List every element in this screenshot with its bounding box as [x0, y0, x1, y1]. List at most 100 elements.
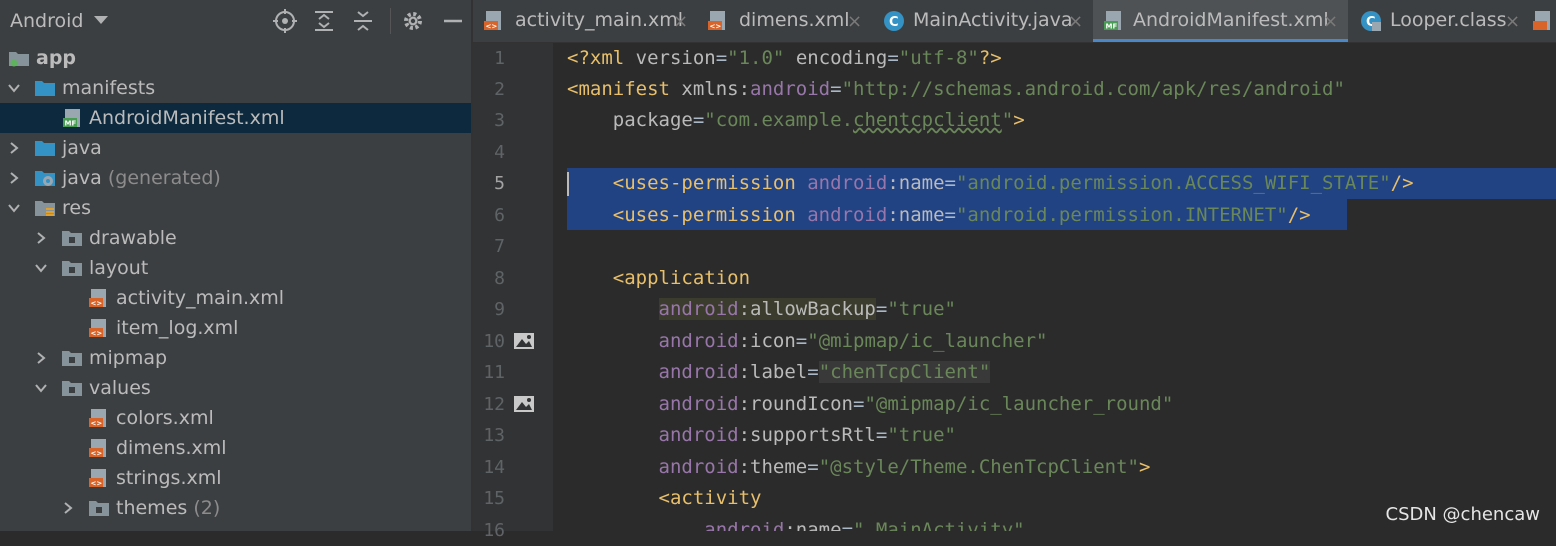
generated-folder-icon: [35, 171, 55, 186]
tree-item-mipmap[interactable]: mipmap: [0, 343, 471, 373]
close-icon[interactable]: ×: [847, 11, 862, 32]
line-number: 10: [483, 331, 505, 352]
tree-item-colors[interactable]: <> colors.xml: [0, 403, 471, 433]
token: :supportsRtl: [738, 424, 876, 446]
chevron-right-icon[interactable]: [35, 352, 47, 364]
line-number: 7: [494, 236, 505, 257]
token: <activity: [658, 487, 762, 509]
chevron-down-icon[interactable]: [35, 262, 47, 274]
image-preview-icon[interactable]: [513, 332, 535, 350]
editor-gutter: 1 2 3 4 5 6 7 8 9 10 11 12 13 14 15 16: [473, 43, 565, 541]
close-icon[interactable]: ×: [1323, 11, 1338, 32]
tree-item-suffix: (2): [193, 497, 221, 519]
tree-item-layout[interactable]: layout: [0, 253, 471, 283]
chevron-down-icon[interactable]: [94, 16, 108, 24]
chevron-right-icon[interactable]: [35, 232, 47, 244]
tab-activity-main[interactable]: <> activity_main.xml ×: [473, 0, 695, 42]
close-icon[interactable]: ×: [1505, 11, 1520, 32]
tab-androidmanifest[interactable]: MF AndroidManifest.xml ×: [1093, 0, 1348, 42]
line-number: 5: [494, 173, 505, 194]
watermark: CSDN @chencaw: [1385, 504, 1540, 525]
tree-item-activity-main[interactable]: <> activity_main.xml: [0, 283, 471, 313]
tree-item-java-generated[interactable]: java (generated): [0, 163, 471, 193]
tab-dimens[interactable]: <> dimens.xml ×: [697, 0, 872, 42]
tree-item-label: res: [62, 197, 91, 219]
tab-mainactivity[interactable]: C MainActivity.java ×: [873, 0, 1091, 42]
token: android: [658, 298, 739, 320]
svg-text:<>: <>: [486, 23, 498, 31]
line-number: 3: [494, 110, 505, 131]
token: "http://schemas.android.com/apk/res/andr…: [841, 78, 1345, 100]
code-editor[interactable]: <?xml version="1.0" encoding="utf-8"?> <…: [553, 43, 1556, 531]
token: "@style/Theme.ChenTcpClient": [818, 456, 1139, 478]
chevron-down-icon[interactable]: [8, 82, 20, 94]
token: package: [612, 109, 693, 131]
token: =: [841, 519, 854, 531]
tree-item-label: drawable: [89, 227, 177, 249]
tree-item-suffix: (generated): [107, 167, 221, 189]
chevron-right-icon[interactable]: [8, 142, 20, 154]
line-number: 1: [494, 48, 505, 69]
tab-looper[interactable]: C Looper.class ×: [1350, 0, 1525, 42]
collapse-all-icon[interactable]: [350, 8, 376, 34]
tree-item-res[interactable]: res: [0, 193, 471, 223]
token: :label: [738, 361, 808, 383]
resource-folder-icon: [35, 201, 55, 216]
tree-item-themes[interactable]: themes (2): [0, 493, 471, 523]
gear-icon[interactable]: [400, 8, 426, 34]
tree-item-drawable[interactable]: drawable: [0, 223, 471, 253]
tree-item-label: colors.xml: [116, 407, 214, 429]
tree-item-androidmanifest[interactable]: MF AndroidManifest.xml: [0, 103, 471, 133]
tab-label: Looper.class: [1390, 9, 1507, 31]
token: "true": [887, 298, 956, 320]
tab-overflow[interactable]: [1528, 0, 1556, 42]
tree-item-app[interactable]: app: [0, 43, 471, 73]
chevron-right-icon[interactable]: [8, 172, 20, 184]
token: =: [807, 456, 819, 478]
token: <manifest: [567, 78, 682, 100]
tab-label: MainActivity.java: [913, 9, 1073, 31]
manifest-file-icon: MF: [1104, 11, 1121, 31]
token: ": [1001, 109, 1014, 131]
tree-item-item-log[interactable]: <> item_log.xml: [0, 313, 471, 343]
locate-icon[interactable]: [272, 8, 298, 34]
svg-text:MF: MF: [1106, 23, 1118, 31]
expand-all-icon[interactable]: [311, 8, 337, 34]
tree-item-java[interactable]: java: [0, 133, 471, 163]
token: :allowBackup: [738, 298, 876, 320]
image-preview-icon[interactable]: [513, 395, 535, 413]
tree-item-strings[interactable]: <> strings.xml: [0, 463, 471, 493]
token: :name: [887, 172, 945, 194]
hide-panel-icon[interactable]: [440, 8, 466, 34]
token: android: [658, 393, 739, 415]
token: >: [1138, 456, 1151, 478]
close-icon[interactable]: ×: [673, 11, 688, 32]
chevron-down-icon[interactable]: [35, 382, 47, 394]
token: ".MainActivity": [853, 519, 1025, 531]
token: =: [807, 361, 819, 383]
code-line: android:icon="@mipmap/ic_launcher": [567, 326, 1048, 357]
tree-item-values[interactable]: values: [0, 373, 471, 403]
token: =: [887, 47, 899, 69]
manifest-file-icon: MF: [63, 109, 80, 128]
xml-file-icon: <>: [89, 469, 106, 488]
xml-file-icon: <>: [89, 409, 106, 428]
folder-icon: [62, 351, 82, 366]
code-line: android:theme="@style/Theme.ChenTcpClien…: [567, 452, 1151, 483]
token: :name: [784, 519, 842, 531]
chevron-right-icon[interactable]: [62, 502, 74, 514]
token: encoding: [784, 47, 888, 69]
tree-item-label: activity_main.xml: [116, 287, 285, 309]
close-icon[interactable]: ×: [1068, 11, 1083, 32]
token: ?>: [978, 47, 1002, 69]
code-line: <?xml version="1.0" encoding="utf-8"?>: [567, 43, 1002, 74]
tree-item-dimens[interactable]: <> dimens.xml: [0, 433, 471, 463]
view-mode-dropdown[interactable]: Android: [10, 10, 83, 32]
token: :icon: [738, 330, 796, 352]
xml-file-icon: <>: [484, 11, 501, 31]
token: "@mipmap/ic_launcher_round": [864, 393, 1174, 415]
tree-item-manifests[interactable]: manifests: [0, 73, 471, 103]
token: android: [750, 78, 831, 100]
token: =: [795, 330, 808, 352]
chevron-down-icon[interactable]: [8, 202, 20, 214]
